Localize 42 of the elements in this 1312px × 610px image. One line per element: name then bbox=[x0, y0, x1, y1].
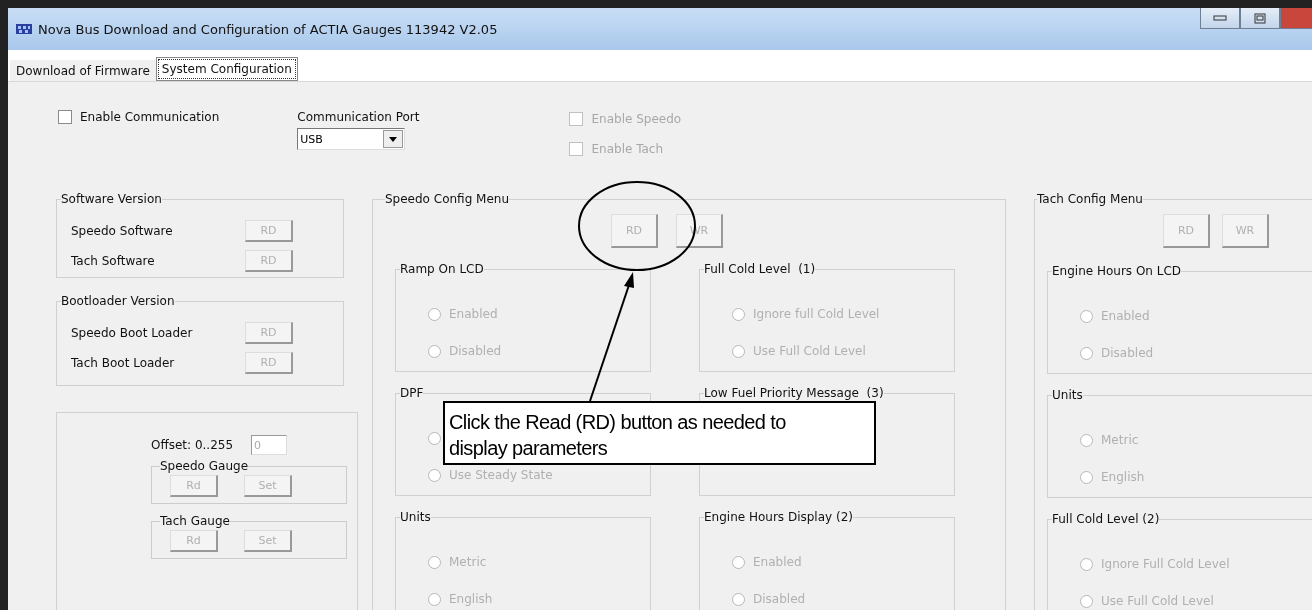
offset-input[interactable]: 0 bbox=[251, 435, 288, 455]
window-title: Nova Bus Download and Configuration of ACTIA Gauges 113942 V2.05 bbox=[38, 21, 498, 37]
minimize-icon bbox=[1213, 15, 1227, 21]
group-title: Bootloader Version bbox=[61, 294, 175, 308]
tab[interactable]: System Configuration bbox=[155, 57, 298, 81]
row-label: Speedo Boot Loader bbox=[71, 326, 193, 340]
group-title: DPF bbox=[400, 386, 424, 400]
enable-communication-checkbox[interactable]: Enable Communication bbox=[58, 106, 220, 128]
row-label: Tach Boot Loader bbox=[71, 356, 175, 370]
gauge-button[interactable]: Rd bbox=[170, 530, 218, 552]
group-title: Software Version bbox=[61, 192, 162, 206]
group-title: Engine Hours Display (2) bbox=[704, 510, 853, 524]
port-dropdown[interactable]: USB bbox=[297, 128, 406, 150]
offset-label: Offset: 0..255 bbox=[151, 438, 234, 452]
read-button[interactable]: RD bbox=[245, 322, 293, 344]
group-title: Low Fuel Priority Message (3) bbox=[704, 386, 884, 400]
maximize-icon bbox=[1254, 12, 1266, 24]
read-button[interactable]: RD bbox=[245, 250, 293, 272]
caret-icon bbox=[389, 136, 398, 142]
app-icon bbox=[16, 22, 32, 36]
group-title: Tach Gauge bbox=[160, 514, 230, 528]
group-title: Full Cold Level (2) bbox=[1052, 512, 1160, 526]
group-title: Engine Hours On LCD bbox=[1052, 264, 1182, 278]
read-button[interactable]: RD bbox=[245, 352, 293, 374]
group-title: Speedo Config Menu bbox=[385, 192, 510, 206]
gauge-button[interactable]: Rd bbox=[170, 475, 218, 497]
group-title: Units bbox=[400, 510, 431, 524]
row-label: Speedo Software bbox=[71, 224, 173, 238]
group-title: Ramp On LCD bbox=[400, 262, 484, 276]
group-title: Units bbox=[1052, 388, 1083, 402]
gauge-button[interactable]: Set bbox=[244, 530, 292, 552]
read-button[interactable]: RD bbox=[245, 220, 293, 242]
group-title: Tach Config Menu bbox=[1037, 192, 1143, 206]
group-title: Full Cold Level (1) bbox=[704, 262, 816, 276]
callout-text: Click the Read (RD) button as needed to display parameters bbox=[443, 401, 876, 465]
row-label: Tach Software bbox=[71, 254, 155, 268]
maximize-button[interactable] bbox=[1240, 8, 1280, 29]
tab[interactable]: Download of Firmware bbox=[10, 60, 156, 81]
gauge-button[interactable]: Set bbox=[244, 475, 292, 497]
group-title: Speedo Gauge bbox=[160, 459, 249, 473]
port-label: Communication Port bbox=[297, 110, 420, 124]
minimize-button[interactable] bbox=[1200, 8, 1240, 29]
